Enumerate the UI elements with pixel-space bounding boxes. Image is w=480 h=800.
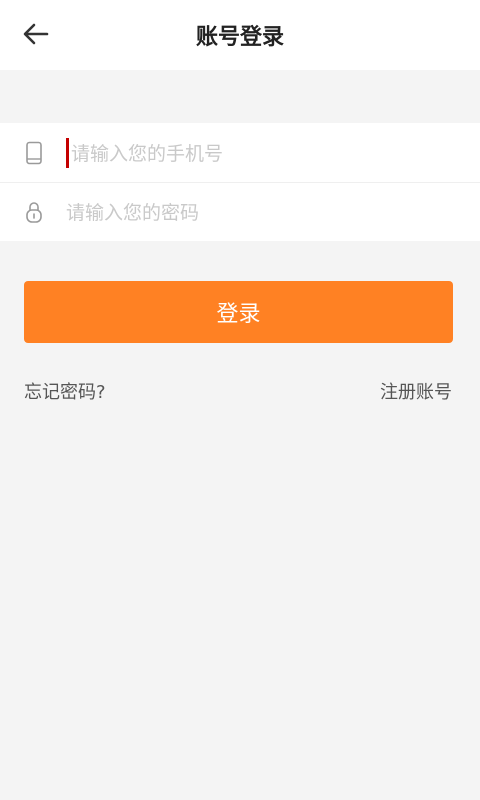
top-bar: 账号登录 (0, 0, 480, 70)
phone-input[interactable]: 请输入您的手机号 (66, 137, 224, 168)
password-placeholder: 请输入您的密码 (66, 202, 200, 224)
phone-icon (22, 141, 46, 165)
lock-icon (22, 200, 46, 224)
register-account-link[interactable]: 注册账号 (380, 378, 452, 404)
phone-field[interactable]: 请输入您的手机号 (0, 123, 480, 182)
page-title: 账号登录 (195, 25, 284, 50)
login-form: 请输入您的手机号 请输入您的密码 (0, 123, 480, 241)
forgot-password-link[interactable]: 忘记密码? (24, 378, 106, 404)
password-field[interactable]: 请输入您的密码 (0, 182, 480, 241)
login-button[interactable]: 登录 (24, 281, 453, 343)
text-cursor (66, 137, 69, 168)
password-input[interactable]: 请输入您的密码 (66, 198, 199, 225)
phone-placeholder: 请输入您的手机号 (71, 143, 224, 165)
